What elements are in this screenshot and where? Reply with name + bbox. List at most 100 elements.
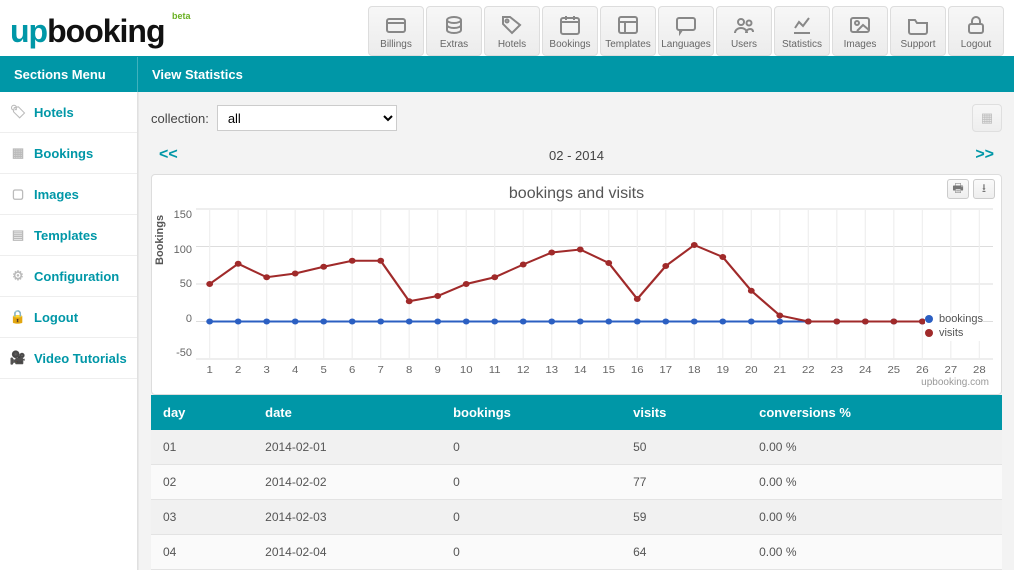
calendar-icon: ▦ (10, 145, 26, 161)
svg-text:1: 1 (207, 365, 213, 376)
next-month-button[interactable]: >> (975, 146, 994, 164)
svg-text:17: 17 (659, 365, 672, 376)
cell-visits: 59 (621, 500, 747, 535)
chart-ylabel: Bookings (154, 215, 166, 265)
th-visits: visits (621, 395, 747, 430)
tag-icon (500, 13, 524, 37)
svg-text:2: 2 (235, 365, 241, 376)
svg-text:11: 11 (489, 365, 501, 376)
sidebar-item-bookings[interactable]: ▦ Bookings (0, 133, 137, 174)
grid-toggle-button[interactable]: ▦ (972, 104, 1002, 132)
title-bar: Sections Menu View Statistics (0, 56, 1014, 92)
cell-conv: 0.00 % (747, 535, 1002, 570)
cell-day: 04 (151, 535, 253, 570)
chart-credit: upbooking.com (160, 377, 993, 390)
svg-text:25: 25 (887, 365, 900, 376)
toolbar-languages[interactable]: Languages (658, 6, 714, 56)
svg-text:15: 15 (602, 365, 615, 376)
cell-date: 2014-02-04 (253, 535, 441, 570)
cell-date: 2014-02-03 (253, 500, 441, 535)
page-title: View Statistics (138, 57, 1014, 92)
cell-visits: 50 (621, 430, 747, 465)
svg-text:16: 16 (631, 365, 644, 376)
sidebar-item-logout[interactable]: 🔒 Logout (0, 297, 137, 338)
toolbar-logout[interactable]: Logout (948, 6, 1004, 56)
svg-text:9: 9 (435, 365, 441, 376)
video-icon: 🎥 (10, 350, 26, 366)
svg-text:5: 5 (321, 365, 327, 376)
toolbar-hotels[interactable]: Hotels (484, 6, 540, 56)
chart-icon (790, 13, 814, 37)
sidebar-item-hotels[interactable]: 🏷Hotels (0, 92, 137, 133)
cell-day: 01 (151, 430, 253, 465)
image-icon: ▢ (10, 186, 26, 202)
svg-text:13: 13 (545, 365, 558, 376)
logo-booking: booking (47, 13, 164, 49)
th-day: day (151, 395, 253, 430)
svg-text:28: 28 (973, 365, 986, 376)
sidebar-item-label: Images (34, 187, 79, 202)
sidebar-item-label: Logout (34, 310, 78, 325)
download-chart-button[interactable]: ⭳ (973, 179, 995, 199)
toolbar-statistics[interactable]: Statistics (774, 6, 830, 56)
toolbar-billings[interactable]: Billings (368, 6, 424, 56)
toolbar-support[interactable]: Support (890, 6, 946, 56)
collection-select[interactable]: all (217, 105, 397, 131)
month-nav: << 02 - 2014 >> (151, 142, 1002, 174)
table-row: 022014-02-020770.00 % (151, 465, 1002, 500)
main-content: collection: all ▦ << 02 - 2014 >> 🖶 ⭳ bo… (138, 92, 1014, 570)
th-date: date (253, 395, 441, 430)
print-chart-button[interactable]: 🖶 (947, 179, 969, 199)
toolbar-bookings[interactable]: Bookings (542, 6, 598, 56)
table-row: 032014-02-030590.00 % (151, 500, 1002, 535)
svg-text:27: 27 (945, 365, 958, 376)
table-row: 012014-02-010500.00 % (151, 430, 1002, 465)
chart-legend: bookings visits (925, 313, 983, 341)
chart-panel: 🖶 ⭳ bookings and visits Bookings 1501005… (151, 174, 1002, 395)
sidebar-item-configuration[interactable]: ⚙Configuration (0, 256, 137, 297)
logo: upbooking beta (10, 13, 185, 50)
svg-text:7: 7 (378, 365, 384, 376)
cell-date: 2014-02-01 (253, 430, 441, 465)
logo-beta: beta (172, 11, 191, 21)
svg-text:3: 3 (264, 365, 270, 376)
folder-icon (906, 13, 930, 37)
users-icon (732, 13, 756, 37)
header: upbooking beta Billings Extras Hotels Bo… (0, 0, 1014, 56)
svg-text:8: 8 (406, 365, 412, 376)
svg-text:20: 20 (745, 365, 758, 376)
chart-title: bookings and visits (160, 179, 993, 205)
toolbar-templates[interactable]: Templates (600, 6, 656, 56)
lock-icon: 🔒 (10, 309, 26, 325)
toolbar-users[interactable]: Users (716, 6, 772, 56)
sidebar-item-label: Bookings (34, 146, 93, 161)
svg-text:6: 6 (349, 365, 355, 376)
collection-label: collection: (151, 111, 209, 126)
toolbar: Billings Extras Hotels Bookings Template… (368, 6, 1004, 56)
sidebar-item-label: Video Tutorials (34, 351, 127, 366)
svg-text:23: 23 (830, 365, 843, 376)
collection-filter: collection: all ▦ (151, 104, 1002, 132)
cell-conv: 0.00 % (747, 465, 1002, 500)
svg-text:18: 18 (688, 365, 701, 376)
sidebar-item-images[interactable]: ▢ Images (0, 174, 137, 215)
cell-visits: 77 (621, 465, 747, 500)
image-icon (848, 13, 872, 37)
toolbar-images[interactable]: Images (832, 6, 888, 56)
sidebar-item-video[interactable]: 🎥 Video Tutorials (0, 338, 137, 379)
chart-plot: 1234567891011121314151617181920212223242… (196, 205, 993, 377)
cell-day: 02 (151, 465, 253, 500)
toolbar-extras[interactable]: Extras (426, 6, 482, 56)
stats-table: day date bookings visits conversions % 0… (151, 395, 1002, 570)
cell-date: 2014-02-02 (253, 465, 441, 500)
prev-month-button[interactable]: << (159, 146, 178, 164)
cell-visits: 64 (621, 535, 747, 570)
svg-text:21: 21 (773, 365, 786, 376)
sidebar-item-templates[interactable]: ▤Templates (0, 215, 137, 256)
svg-text:22: 22 (802, 365, 815, 376)
layout-icon: ▤ (10, 227, 26, 243)
cell-bookings: 0 (441, 430, 621, 465)
layout-icon (616, 13, 640, 37)
svg-text:4: 4 (292, 365, 298, 376)
sidebar: 🏷Hotels ▦ Bookings ▢ Images ▤Templates ⚙Co… (0, 92, 138, 570)
